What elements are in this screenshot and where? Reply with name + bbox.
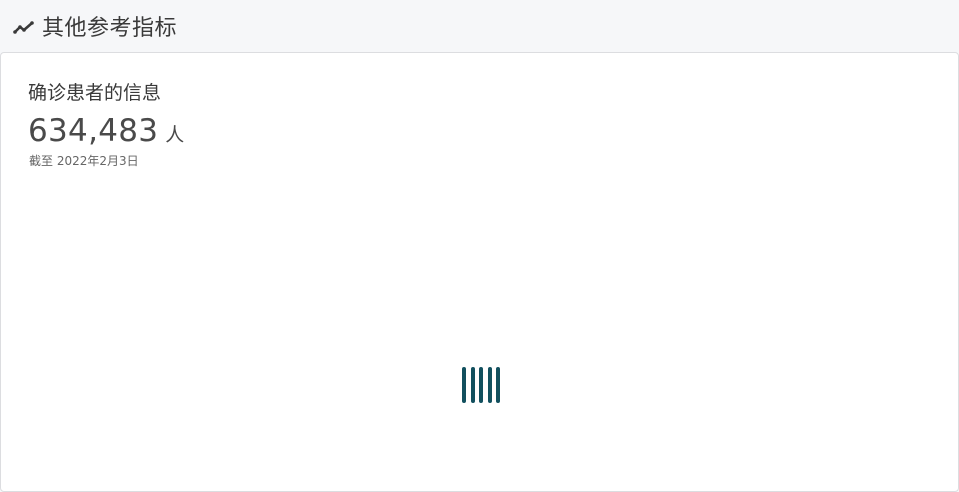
section-header: 其他参考指标 [0,0,959,52]
loader-bar [496,367,500,403]
loader-bar [479,367,483,403]
metric-value: 634,483 [28,113,159,149]
section-title: 其他参考指标 [42,16,178,41]
loader-bar [470,367,475,403]
loader-bar [462,367,466,403]
card-title: 确诊患者的信息 [28,82,162,104]
metric-unit: 人 [165,124,185,146]
trend-line-icon [12,15,36,39]
loader-bar [487,367,492,403]
metric-date-note: 截至 2022年2月3日 [29,154,139,168]
metric: 634,483 人 [28,113,184,149]
loading-bars-icon [462,367,500,403]
confirmed-cases-card: 确诊患者的信息 634,483 人 截至 2022年2月3日 [0,52,959,492]
